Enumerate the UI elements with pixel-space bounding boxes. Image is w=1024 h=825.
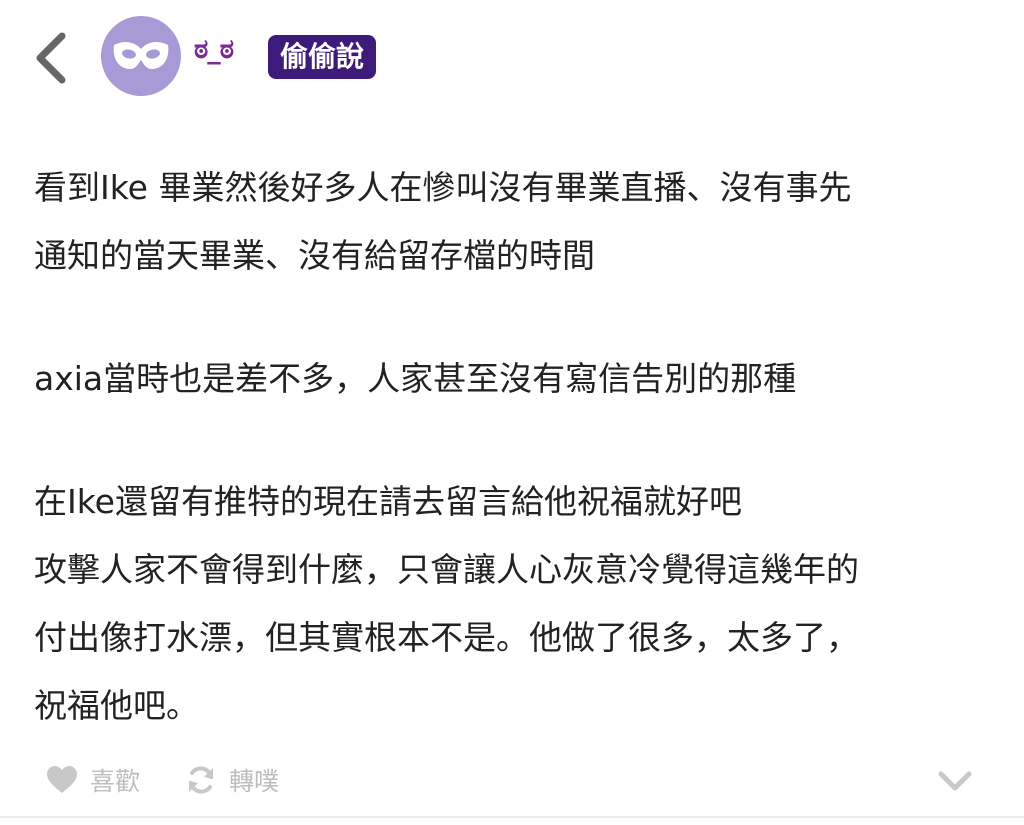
like-label: 喜歡 [90,767,141,796]
mask-icon [113,42,169,69]
back-arrow-icon [36,32,66,84]
heart-icon [47,766,77,793]
username[interactable]: ಠ_ಠ [194,34,234,66]
post-paragraph: axia當時也是差不多，人家甚至沒有寫信告別的那種 [34,359,797,398]
repost-icon [189,766,213,794]
repost-label: 轉噗 [229,767,280,796]
post-actions: 喜歡 轉噗 [0,750,1024,810]
post-content: 看到Ike 畢業然後好多人在慘叫沒有畢業直播、沒有事先 通知的當天畢業、沒有給留… [34,154,994,740]
divider [0,816,1024,818]
chevron-down-icon [938,771,972,791]
repost-button[interactable]: 轉噗 [185,762,279,798]
expand-button[interactable] [938,770,972,792]
post-paragraph: 看到Ike 畢業然後好多人在慘叫沒有畢業直播、沒有事先 通知的當天畢業、沒有給留… [34,168,852,275]
avatar[interactable] [101,16,181,96]
back-button[interactable] [30,30,74,86]
post-header: ಠ_ಠ 偷偷說 [0,0,1024,115]
anonymous-badge: 偷偷說 [268,35,377,79]
post-paragraph: 在Ike還留有推特的現在請去留言給他祝福就好吧 攻擊人家不會得到什麼，只會讓人心… [34,482,859,725]
like-button[interactable]: 喜歡 [46,762,140,798]
